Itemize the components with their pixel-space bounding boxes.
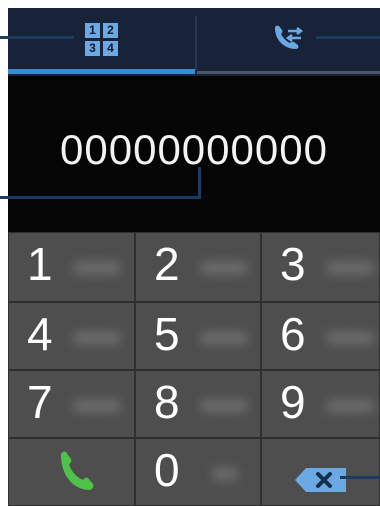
keypad-icon-digit: 3	[85, 40, 100, 56]
keypad-icon-digit: 1	[85, 22, 100, 38]
dial-keypad: 1 2 3 4 5 6 7 8 9 0	[8, 232, 380, 506]
key-digit: 6	[280, 308, 306, 360]
key-7[interactable]: 7	[8, 370, 135, 438]
tab-keypad[interactable]: 1 2 3 4	[8, 8, 195, 70]
tab-inactive-indicator	[197, 71, 380, 74]
key-digit: 7	[27, 376, 53, 428]
call-button[interactable]	[8, 438, 135, 506]
keypad-icon: 1 2 3 4	[85, 22, 118, 56]
key-digit: 9	[280, 376, 306, 428]
key-8[interactable]: 8	[135, 370, 261, 438]
key-letters-blurred	[212, 467, 238, 481]
tab-logs[interactable]	[197, 8, 380, 70]
key-2[interactable]: 2	[135, 232, 261, 302]
key-letters-blurred	[326, 331, 374, 345]
key-letters-blurred	[200, 399, 248, 413]
tab-active-indicator	[8, 69, 195, 74]
key-letters-blurred	[200, 331, 248, 345]
key-3[interactable]: 3	[261, 232, 380, 302]
key-0[interactable]: 0	[135, 438, 261, 506]
key-digit: 0	[154, 444, 180, 496]
backspace-icon	[295, 468, 346, 492]
phone-call-icon	[61, 451, 94, 490]
key-digit: 5	[154, 308, 180, 360]
callout-line	[316, 36, 380, 39]
call-log-icon	[274, 25, 303, 49]
callout-line	[0, 196, 200, 199]
key-letters-blurred	[73, 261, 121, 275]
key-digit: 8	[154, 376, 180, 428]
callout-line	[340, 476, 380, 479]
key-5[interactable]: 5	[135, 302, 261, 370]
key-1[interactable]: 1	[8, 232, 135, 302]
key-digit: 3	[280, 238, 306, 290]
callout-line	[198, 167, 201, 199]
key-4[interactable]: 4	[8, 302, 135, 370]
tab-bar: 1 2 3 4	[8, 8, 380, 76]
key-9[interactable]: 9	[261, 370, 380, 438]
phone-screen: 1 2 3 4 00000000000 1 2 3 4 5 6 7 8 9 0	[8, 8, 380, 506]
key-letters-blurred	[326, 399, 374, 413]
key-letters-blurred	[326, 261, 374, 275]
dialed-number[interactable]: 00000000000	[8, 126, 380, 174]
key-letters-blurred	[200, 261, 248, 275]
key-digit: 1	[27, 238, 53, 290]
key-digit: 2	[154, 238, 180, 290]
callout-line	[0, 36, 74, 39]
key-letters-blurred	[73, 331, 121, 345]
key-letters-blurred	[73, 399, 121, 413]
keypad-icon-digit: 2	[103, 22, 118, 38]
key-digit: 4	[27, 308, 53, 360]
keypad-icon-digit: 4	[103, 40, 118, 56]
key-6[interactable]: 6	[261, 302, 380, 370]
